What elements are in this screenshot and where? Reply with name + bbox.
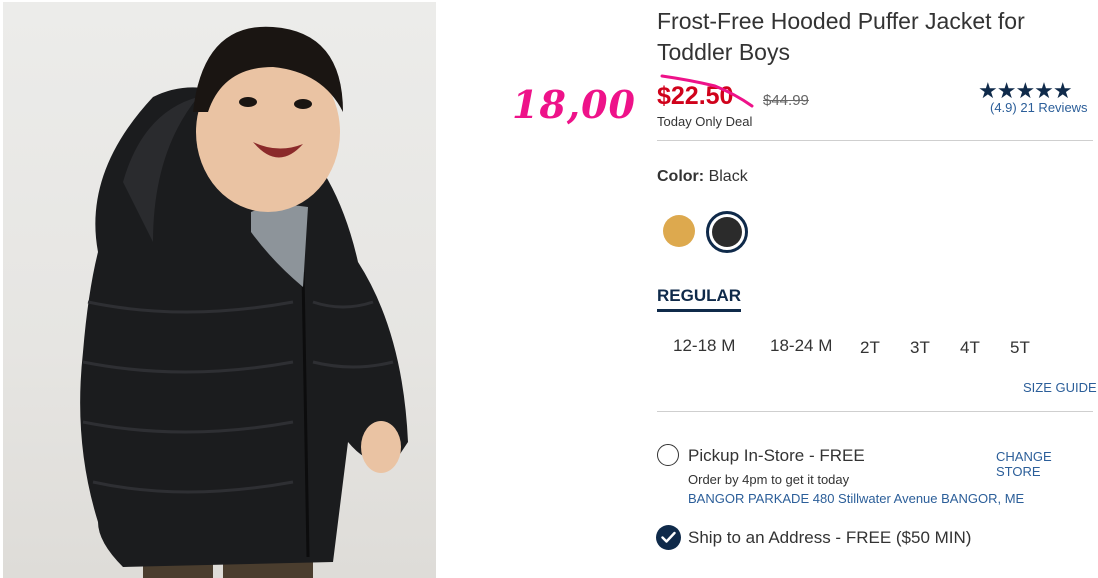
size-option-2t[interactable]: 2T — [860, 338, 880, 358]
size-option-4t[interactable]: 4T — [960, 338, 980, 358]
color-swatch-black[interactable] — [706, 211, 748, 253]
tab-regular[interactable]: REGULAR — [657, 286, 742, 312]
review-count[interactable]: 21 Reviews — [1020, 100, 1087, 115]
pickup-order-by: Order by 4pm to get it today — [688, 472, 850, 487]
divider — [657, 140, 1093, 141]
checkmark-icon — [661, 531, 676, 543]
product-photo-illustration — [80, 26, 408, 578]
color-label-prefix: Color: — [657, 168, 705, 185]
pickup-radio[interactable] — [657, 444, 679, 466]
rating-stars-icon: ★★★★★ — [978, 78, 1073, 103]
color-swatch-gold[interactable] — [663, 215, 695, 247]
pickup-label: Pickup In-Store - FREE — [688, 446, 865, 465]
size-guide-link[interactable]: SIZE GUIDE — [1023, 380, 1097, 395]
deal-label: Today Only Deal — [657, 114, 753, 129]
size-option-18-24m[interactable]: 18-24 M — [770, 336, 832, 356]
rating-value: (4.9) — [990, 100, 1017, 115]
ship-label: Ship to an Address - FREE ($50 MIN) — [688, 528, 972, 547]
original-price: $44.99 — [763, 92, 809, 109]
ship-checkbox[interactable] — [656, 525, 681, 550]
handwritten-price-annotation: 18,00 — [512, 82, 636, 127]
size-option-12-18m[interactable]: 12-18 M — [673, 336, 735, 356]
store-address-link[interactable]: BANGOR PARKADE 480 Stillwater Avenue BAN… — [688, 491, 1024, 506]
size-option-5t[interactable]: 5T — [1010, 338, 1030, 358]
product-image — [3, 2, 436, 578]
divider — [657, 411, 1093, 412]
selected-color: Black — [708, 168, 748, 185]
scribble-strike-icon — [660, 74, 754, 108]
color-label: Color: Black — [657, 168, 748, 186]
color-swatch-black-fill — [712, 217, 742, 247]
change-store-link[interactable]: CHANGE STORE — [996, 449, 1098, 479]
size-option-3t[interactable]: 3T — [910, 338, 930, 358]
reviews-link[interactable]: (4.9) 21 Reviews — [990, 100, 1088, 115]
product-title: Frost-Free Hooded Puffer Jacket for Todd… — [657, 8, 1025, 65]
